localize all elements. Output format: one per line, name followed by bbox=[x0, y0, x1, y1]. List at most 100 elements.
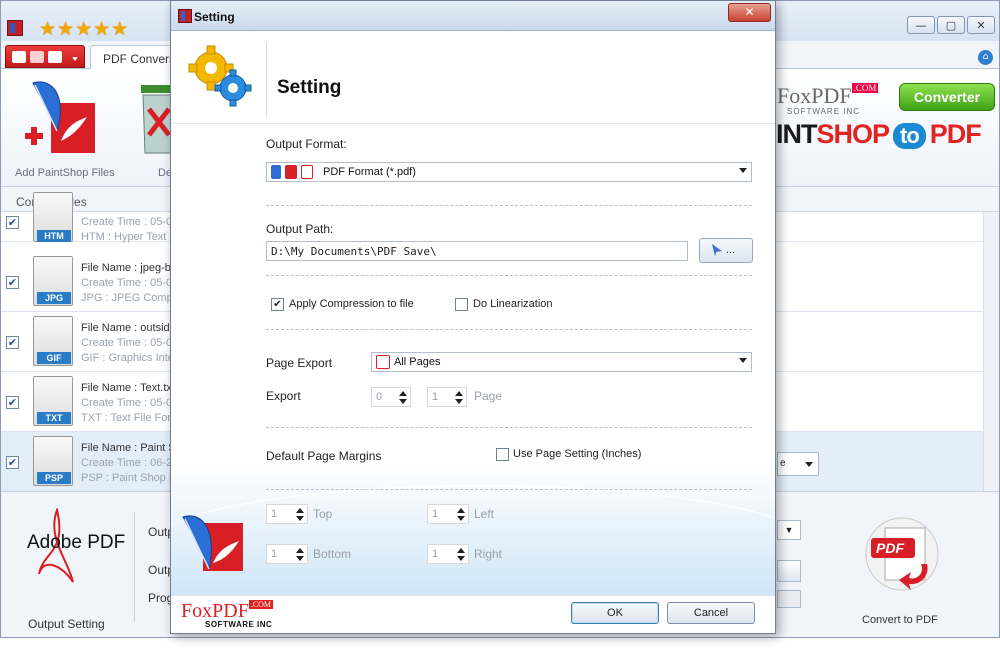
app-menu-button[interactable] bbox=[5, 45, 85, 68]
browse-button[interactable]: ... bbox=[699, 238, 753, 263]
file-create-time: Create Time : 05-0 bbox=[81, 397, 173, 409]
file-checkbox[interactable]: ✔ bbox=[6, 216, 19, 229]
convert-to-pdf-icon[interactable]: PDF bbox=[863, 514, 941, 598]
banner-int: INT bbox=[776, 119, 817, 149]
dialog-title-bar[interactable]: Setting ✕ bbox=[171, 1, 775, 31]
output-path-field[interactable]: D:\My Documents\PDF Save\ bbox=[266, 241, 688, 261]
arrow-up-icon[interactable] bbox=[455, 391, 463, 396]
file-create-time: Create Time : 05-0 bbox=[81, 216, 173, 228]
file-checkbox[interactable]: ✔ bbox=[6, 456, 19, 469]
convert-to-pdf-label[interactable]: Convert to PDF bbox=[862, 614, 938, 626]
foxpdf-logo-text: FoxPDF bbox=[777, 83, 852, 108]
arrow-icon bbox=[285, 165, 297, 179]
arrow-down-icon[interactable] bbox=[457, 516, 465, 521]
margin-left-value: 1 bbox=[432, 508, 439, 520]
arrow-up-icon[interactable] bbox=[399, 391, 407, 396]
file-ext-badge: JPG bbox=[37, 292, 71, 304]
export-from-value: 0 bbox=[376, 391, 383, 403]
file-type: PSP : Paint Shop P bbox=[81, 472, 177, 484]
file-type: TXT : Text File For bbox=[81, 412, 172, 424]
file-name: File Name : Text.tx bbox=[81, 382, 172, 394]
banner-pdf: PDF bbox=[929, 119, 982, 149]
margin-right-label: Right bbox=[474, 547, 503, 561]
arrow-down-icon[interactable] bbox=[455, 399, 463, 404]
dialog-title: Setting bbox=[194, 10, 235, 24]
output-setting-label[interactable]: Output Setting bbox=[28, 617, 105, 631]
arrow-up-icon[interactable] bbox=[296, 548, 304, 553]
export-from-stepper[interactable]: 0 bbox=[371, 387, 411, 407]
dialog-close-button[interactable]: ✕ bbox=[728, 3, 771, 22]
page-range-text: e bbox=[780, 458, 786, 469]
progress-bar bbox=[777, 590, 801, 608]
file-checkbox[interactable]: ✔ bbox=[6, 336, 19, 349]
browse-button-label: ... bbox=[726, 244, 736, 256]
divider bbox=[266, 489, 752, 490]
maximize-button[interactable]: ▢ bbox=[937, 16, 965, 34]
file-list-scrollbar[interactable] bbox=[983, 212, 999, 492]
arrow-down-icon[interactable] bbox=[457, 556, 465, 561]
arrow-down-icon[interactable] bbox=[296, 516, 304, 521]
arrow-up-icon[interactable] bbox=[296, 508, 304, 513]
margin-bottom-value: 1 bbox=[271, 548, 278, 560]
linearization-label[interactable]: Do Linearization bbox=[473, 298, 553, 310]
converter-badge: Converter bbox=[899, 83, 995, 111]
margin-left-stepper[interactable]: 1 bbox=[427, 504, 469, 524]
arrow-down-icon[interactable] bbox=[399, 399, 407, 404]
feather-icon bbox=[12, 51, 26, 63]
tab-pdf-conversion[interactable]: PDF Conversio bbox=[90, 45, 180, 69]
page-export-label: Page Export bbox=[266, 356, 333, 370]
header-divider bbox=[266, 42, 267, 117]
ok-button[interactable]: OK bbox=[571, 602, 659, 624]
cancel-button[interactable]: Cancel bbox=[667, 602, 755, 624]
use-page-setting-label[interactable]: Use Page Setting (Inches) bbox=[513, 448, 641, 460]
file-checkbox[interactable]: ✔ bbox=[6, 396, 19, 409]
apply-compression-label[interactable]: Apply Compression to file bbox=[289, 298, 414, 310]
divider bbox=[266, 205, 752, 206]
margin-top-stepper[interactable]: 1 bbox=[266, 504, 308, 524]
chevron-down-icon bbox=[805, 462, 813, 467]
file-ext-badge: HTM bbox=[37, 230, 71, 242]
pdf-icon bbox=[48, 51, 62, 63]
app-icon bbox=[7, 20, 23, 36]
background-wave bbox=[171, 485, 775, 595]
banner-shop: SHOP bbox=[816, 119, 891, 149]
minimize-button[interactable]: — bbox=[907, 16, 935, 34]
output-format-select[interactable]: PDF Format (*.pdf) bbox=[266, 162, 752, 182]
arrow-up-icon[interactable] bbox=[457, 548, 465, 553]
use-page-setting-checkbox[interactable] bbox=[496, 448, 509, 461]
output-format-select-bg[interactable]: ▼ bbox=[777, 520, 801, 540]
cursor-icon bbox=[712, 244, 722, 256]
rating-stars[interactable]: ★★★★★ bbox=[39, 18, 129, 40]
foxpdf-footer-sub: SOFTWARE INC bbox=[205, 620, 273, 629]
dialog-body: Output Format: PDF Format (*.pdf) Output… bbox=[171, 125, 775, 595]
apply-compression-checkbox[interactable]: ✔ bbox=[271, 298, 284, 311]
add-files-label[interactable]: Add PaintShop Files bbox=[15, 167, 115, 179]
foxpdf-footer-com: .COM bbox=[248, 600, 274, 609]
arrow-up-icon[interactable] bbox=[457, 508, 465, 513]
export-to-stepper[interactable]: 1 bbox=[427, 387, 467, 407]
home-icon[interactable]: ⌂ bbox=[978, 50, 993, 65]
dialog-heading: Setting bbox=[277, 77, 342, 98]
gears-icon bbox=[188, 45, 252, 107]
margin-bottom-stepper[interactable]: 1 bbox=[266, 544, 308, 564]
dialog-footer: FoxPDF .COM SOFTWARE INC OK Cancel bbox=[171, 595, 775, 633]
file-checkbox[interactable]: ✔ bbox=[6, 276, 19, 289]
margin-right-stepper[interactable]: 1 bbox=[427, 544, 469, 564]
close-button[interactable]: ✕ bbox=[967, 16, 995, 34]
folder-icon[interactable] bbox=[777, 560, 801, 582]
file-create-time: Create Time : 06-2 bbox=[81, 457, 173, 469]
export-label: Export bbox=[266, 389, 301, 403]
add-paintshop-files-icon[interactable] bbox=[23, 77, 97, 157]
page-range-select[interactable]: e bbox=[777, 452, 819, 476]
linearization-checkbox[interactable] bbox=[455, 298, 468, 311]
setting-dialog: Setting ✕ Setting Output Format: PDF For… bbox=[170, 0, 776, 634]
foxpdf-com-badge: .COM bbox=[851, 83, 879, 93]
margin-right-value: 1 bbox=[432, 548, 439, 560]
arrow-down-icon[interactable] bbox=[296, 556, 304, 561]
foxpdf-footer-text: FoxPDF bbox=[181, 600, 249, 622]
bottom-divider bbox=[134, 512, 135, 622]
pdf-icon bbox=[301, 165, 313, 179]
margin-top-label: Top bbox=[313, 507, 333, 521]
file-name: File Name : jpeg-bi bbox=[81, 262, 174, 274]
page-export-select[interactable]: All Pages bbox=[371, 352, 752, 372]
